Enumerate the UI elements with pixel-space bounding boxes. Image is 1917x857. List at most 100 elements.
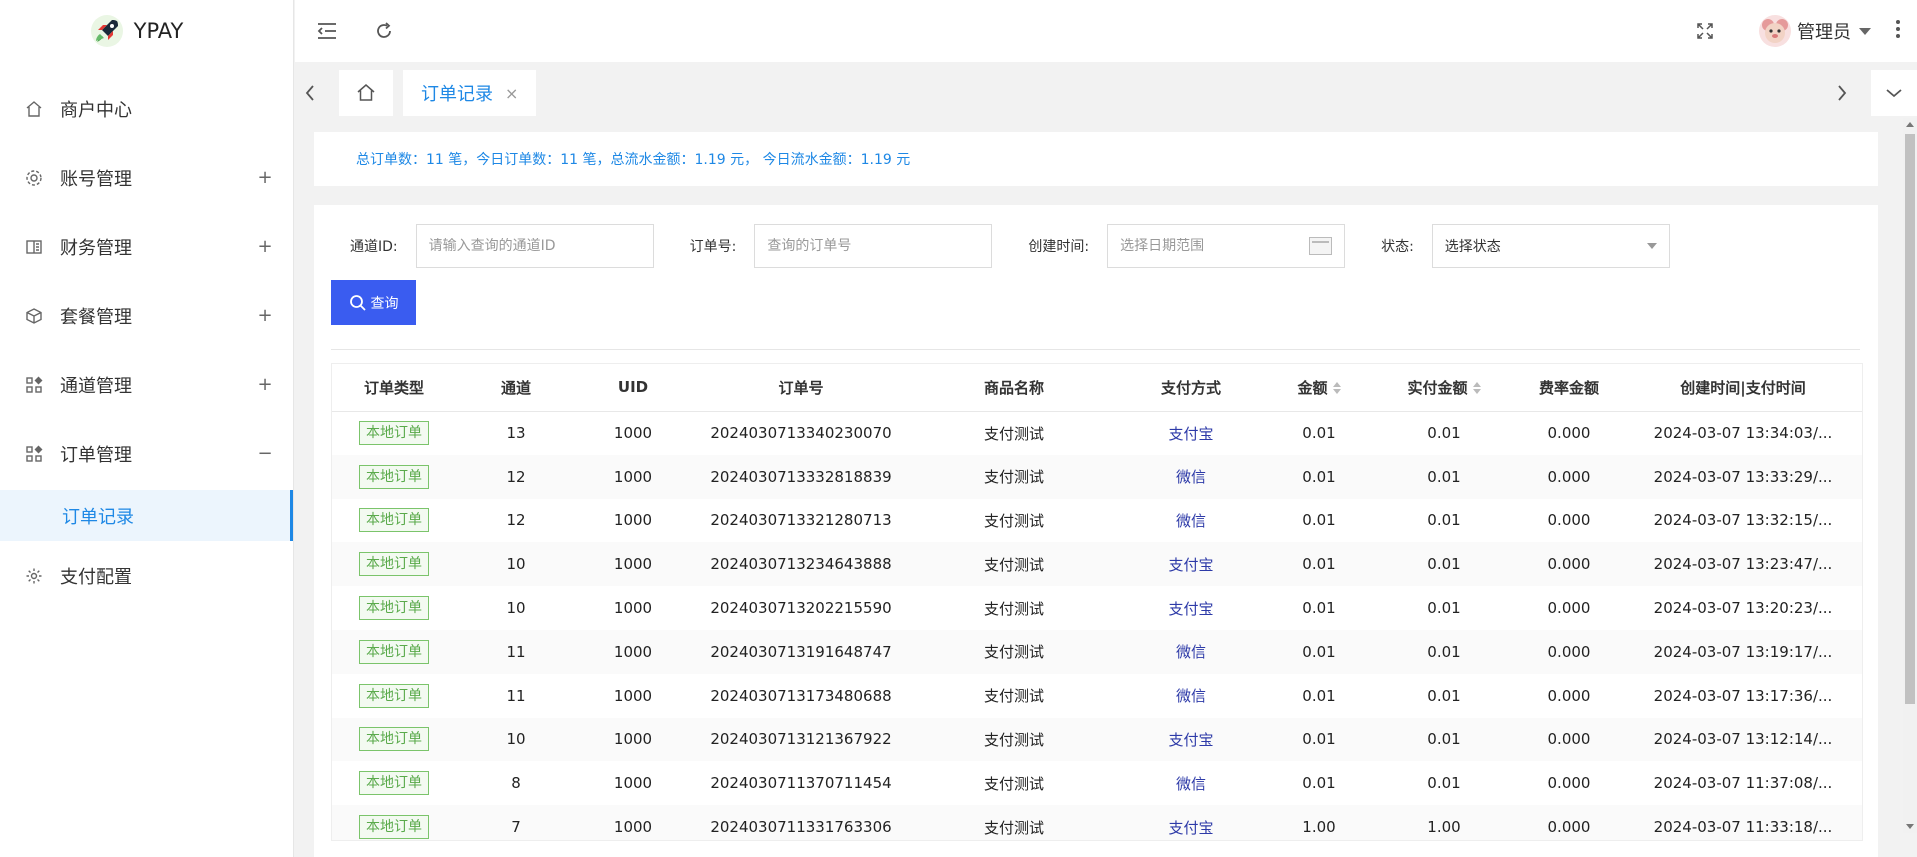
pay-method-link[interactable]: 支付宝 [1168,600,1213,618]
cell-uid: 1000 [613,599,653,618]
channel-id-input[interactable] [428,238,641,254]
table-row[interactable]: 本地订单 8 1000 2024030711370711454 支付测试 微信 0.01 0.… [332,761,1862,805]
col-channel: 通道 [456,364,576,412]
expand-icon[interactable]: + [257,236,273,257]
table-row[interactable]: 本地订单 13 1000 2024030713340230070 支付测试 支付宝 0.01… [332,411,1862,455]
cell-uid: 1000 [613,424,653,443]
sort-icon[interactable] [1332,382,1341,395]
pay-method-link[interactable]: 支付宝 [1168,819,1213,837]
date-range-input[interactable] [1120,238,1309,254]
collapse-icon[interactable]: − [257,443,273,464]
sidebar-item-label: 商户中心 [60,99,132,121]
tabs-scroll-right-icon[interactable] [1827,78,1857,108]
cell-amount: 0.01 [1302,686,1336,705]
tabs-scroll-left-icon[interactable] [295,78,325,108]
scroll-thumb[interactable] [1905,134,1915,704]
expand-icon[interactable]: + [257,305,273,326]
sort-icon[interactable] [1472,382,1481,395]
cell-pay-method: 支付宝 [1116,717,1266,762]
table-row[interactable]: 本地订单 7 1000 2024030711331763306 支付测试 支付宝 1.00 1… [332,805,1862,840]
logo[interactable]: YPAY [0,0,293,62]
cell-fee-amount: 0.000 [1516,454,1622,499]
cell-uid: 1000 [613,774,653,793]
cell-order-type: 本地订单 [332,674,456,718]
pay-method-link[interactable]: 微信 [1176,468,1206,486]
cell-product-name: 支付测试 [983,599,1044,618]
grid-icon [25,376,43,394]
sidebar-item-package[interactable]: 套餐管理 + [0,281,293,350]
cell-channel: 12 [456,454,576,499]
cell-amount: 0.01 [1266,717,1372,762]
cell-order-type: 本地订单 [332,717,456,762]
search-button[interactable]: 查询 [331,280,416,325]
cell-channel: 10 [506,599,526,618]
grid-icon [25,445,43,463]
refresh-icon[interactable] [372,19,396,43]
more-vertical-icon[interactable] [1895,19,1901,44]
pay-method-link[interactable]: 微信 [1176,643,1206,661]
cell-paid-amount: 0.01 [1427,774,1461,793]
table-row[interactable]: 本地订单 10 1000 2024030713202215590 支付测试 支付宝 0.01… [332,586,1862,630]
pay-method-link[interactable]: 微信 [1176,775,1206,793]
table-row[interactable]: 本地订单 10 1000 2024030713234643888 支付测试 支付宝 0.01… [332,542,1862,587]
sidebar-item-label: 套餐管理 [60,306,132,328]
order-no-label: 订单号: [689,239,737,255]
table-row[interactable]: 本地订单 12 1000 2024030713321280713 支付测试 微信 0.01 0… [332,499,1862,543]
cell-channel: 12 [506,511,526,530]
pay-method-link[interactable]: 微信 [1176,512,1206,530]
close-icon[interactable]: × [505,84,518,103]
user-menu[interactable]: 管理员 [1759,15,1871,47]
table-row[interactable]: 本地订单 10 1000 2024030713121367922 支付测试 支付宝 0.01… [332,717,1862,762]
status-select[interactable]: 选择状态 [1431,224,1670,268]
pay-method-link[interactable]: 支付宝 [1168,731,1213,749]
sidebar-item-payment-config[interactable]: 支付配置 [0,541,293,610]
home-icon [357,84,375,101]
col-paid-amount[interactable]: 实付金额 [1372,364,1516,412]
cell-product-name: 支付测试 [912,805,1116,840]
sidebar-subitem-order-records[interactable]: 订单记录 [0,490,293,541]
sidebar-item-account[interactable]: 账号管理 + [0,143,293,212]
order-no-input[interactable] [767,238,980,254]
menu-fold-icon[interactable] [315,19,339,43]
ledger-icon [25,238,43,256]
sidebar-item-finance[interactable]: 财务管理 + [0,212,293,281]
status-label: 状态: [1381,239,1414,255]
fullscreen-icon[interactable] [1693,19,1717,43]
sidebar-item-merchant-center[interactable]: 商户中心 [0,74,293,143]
col-order-no: 订单号 [690,364,912,412]
cell-order-type: 本地订单 [332,586,456,630]
cell-amount: 0.01 [1302,511,1336,530]
table-row[interactable]: 本地订单 12 1000 2024030713332818839 支付测试 微信 0.01 0… [332,454,1862,499]
cell-product-name: 支付测试 [912,454,1116,499]
cell-channel: 8 [511,774,521,793]
cell-uid: 1000 [613,511,653,530]
cell-amount: 0.01 [1266,542,1372,587]
date-range-picker[interactable] [1107,224,1346,268]
page-scrollbar[interactable] [1903,118,1917,833]
sidebar-item-order[interactable]: 订单管理 − [0,419,293,488]
table-row[interactable]: 本地订单 11 1000 2024030713173480688 支付测试 微信 0.01 0… [332,674,1862,718]
cell-channel: 13 [506,424,526,443]
pay-method-link[interactable]: 支付宝 [1168,425,1213,443]
order-type-badge: 本地订单 [359,683,429,708]
expand-icon[interactable]: + [257,167,273,188]
expand-icon[interactable]: + [257,374,273,395]
tabs-dropdown[interactable] [1871,70,1917,116]
col-time: 创建时间|支付时间 [1622,364,1862,412]
scroll-up-icon[interactable] [1906,122,1914,127]
pay-method-link[interactable]: 支付宝 [1168,556,1213,574]
cell-channel: 11 [506,686,526,705]
col-paid-amount-label: 实付金额 [1407,378,1468,397]
status-select-value: 选择状态 [1444,239,1501,255]
tab-home[interactable] [339,70,393,116]
cell-order-no: 2024030711370711454 [710,774,892,793]
scroll-down-icon[interactable] [1906,824,1914,829]
tab-order-records[interactable]: 订单记录 × [403,70,537,116]
cell-fee-amount: 0.000 [1516,717,1622,762]
col-amount[interactable]: 金额 [1266,364,1372,412]
pay-method-link[interactable]: 微信 [1176,687,1206,705]
order-no-field[interactable] [754,224,993,268]
sidebar-item-channel[interactable]: 通道管理 + [0,350,293,419]
table-row[interactable]: 本地订单 11 1000 2024030713191648747 支付测试 微信 0.01 0… [332,629,1862,674]
channel-id-field[interactable] [415,224,654,268]
